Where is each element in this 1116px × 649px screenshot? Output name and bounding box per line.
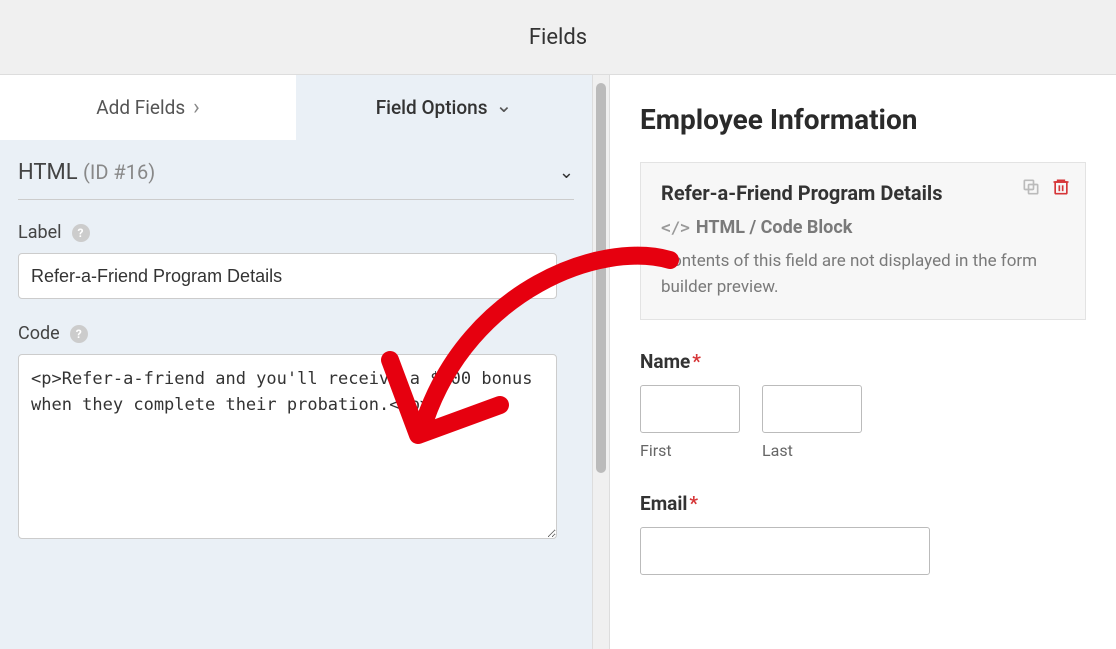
label-row: Label ? — [18, 222, 574, 243]
duplicate-icon[interactable] — [1021, 177, 1041, 197]
vertical-divider — [592, 75, 610, 649]
chevron-down-icon — [496, 96, 513, 120]
scrollbar-thumb[interactable] — [596, 83, 606, 473]
html-block-description: Contents of this field are not displayed… — [661, 248, 1065, 301]
first-sublabel: First — [640, 441, 740, 460]
html-code-block-preview[interactable]: Refer-a-Friend Program Details </> HTML … — [640, 162, 1086, 320]
email-label-text: Email — [640, 492, 687, 515]
html-block-subtitle-text: HTML / Code Block — [696, 217, 852, 238]
label-heading: Label — [18, 222, 62, 243]
code-label-row: Code ? — [18, 323, 574, 344]
email-field-group: Email* — [640, 492, 1086, 575]
name-label-text: Name — [640, 350, 690, 373]
last-name-input[interactable] — [762, 385, 862, 433]
required-star: * — [692, 350, 701, 373]
code-group: Code ? — [18, 323, 574, 543]
first-name-col: First — [640, 385, 740, 460]
left-panel: Add Fields Field Options HTML (ID #16) ⌄… — [0, 75, 592, 649]
main-layout: Add Fields Field Options HTML (ID #16) ⌄… — [0, 75, 1116, 649]
name-label: Name* — [640, 350, 1086, 373]
trash-icon[interactable] — [1051, 177, 1071, 197]
label-input[interactable] — [18, 253, 557, 299]
tabs: Add Fields Field Options — [0, 75, 592, 140]
name-row: First Last — [640, 385, 1086, 460]
tab-field-options[interactable]: Field Options — [296, 75, 592, 140]
help-icon[interactable]: ? — [72, 224, 90, 242]
last-sublabel: Last — [762, 441, 862, 460]
block-actions — [1021, 177, 1071, 197]
field-options-body: HTML (ID #16) ⌄ Label ? Code ? — [0, 140, 592, 585]
page-title: Fields — [529, 25, 587, 50]
tab-label: Field Options — [376, 96, 488, 119]
top-bar: Fields — [0, 0, 1116, 75]
field-id-label: (ID #16) — [83, 160, 155, 184]
field-header[interactable]: HTML (ID #16) ⌄ — [18, 160, 574, 200]
first-name-input[interactable] — [640, 385, 740, 433]
html-block-subtitle: </> HTML / Code Block — [661, 217, 1065, 238]
chevron-right-icon — [193, 95, 200, 120]
code-textarea[interactable] — [18, 354, 557, 539]
tab-label: Add Fields — [96, 96, 185, 119]
name-field-group: Name* First Last — [640, 350, 1086, 460]
html-block-title: Refer-a-Friend Program Details — [661, 181, 1065, 205]
field-type-label: HTML — [18, 160, 78, 185]
required-star: * — [689, 492, 698, 515]
label-group: Label ? — [18, 222, 574, 299]
chevron-down-icon: ⌄ — [559, 162, 574, 183]
help-icon[interactable]: ? — [70, 325, 88, 343]
code-heading: Code — [18, 323, 60, 344]
field-type-title: HTML (ID #16) — [18, 160, 155, 185]
tab-add-fields[interactable]: Add Fields — [0, 75, 296, 140]
email-input[interactable] — [640, 527, 930, 575]
email-label: Email* — [640, 492, 1086, 515]
last-name-col: Last — [762, 385, 862, 460]
form-title: Employee Information — [640, 103, 1086, 136]
preview-panel: Employee Information Refer-a-Friend Prog… — [610, 75, 1116, 649]
code-icon: </> — [661, 218, 690, 237]
